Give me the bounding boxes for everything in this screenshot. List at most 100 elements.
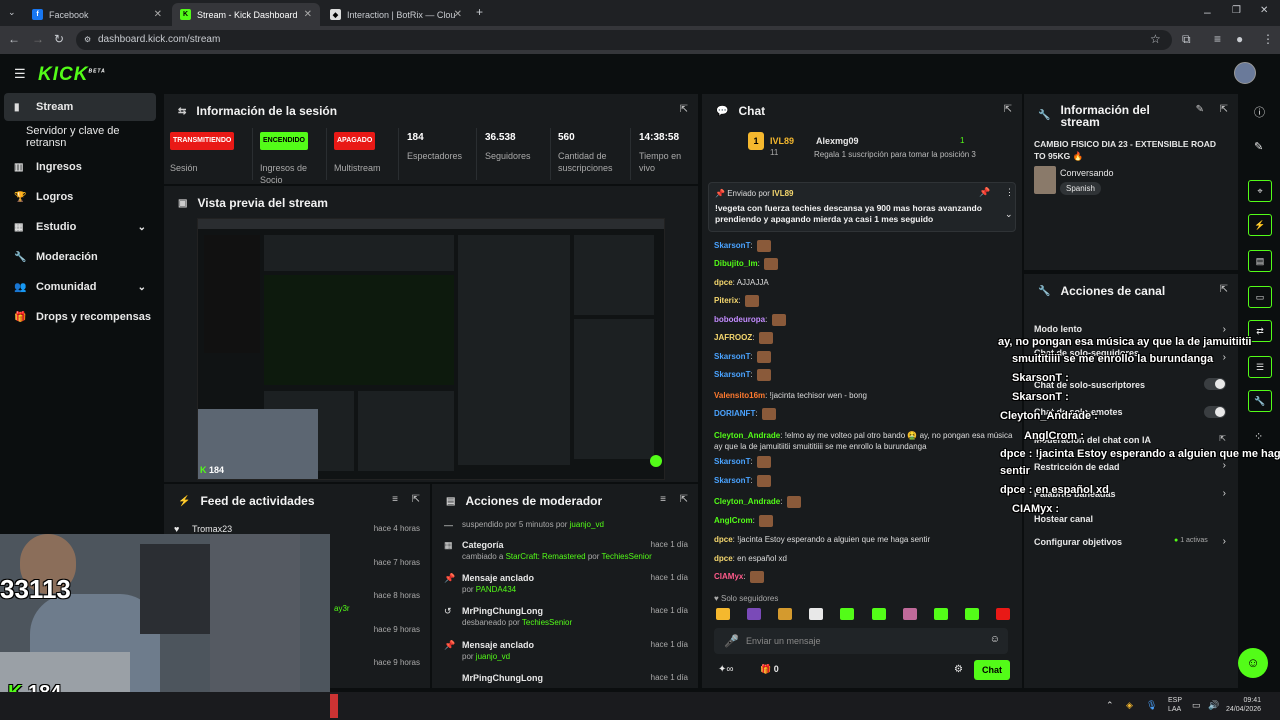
mic-icon[interactable]: 🎤 — [724, 634, 739, 648]
chat-message[interactable]: CIAMyx: — [714, 571, 1014, 583]
bookmark-icon[interactable]: ☆ — [1150, 32, 1161, 46]
media-icon[interactable]: ≡ — [1214, 32, 1221, 46]
sidebar-item-estudio[interactable]: ▦ Estudio ⌄ — [4, 213, 156, 241]
settings-icon[interactable]: ⚙ — [954, 664, 963, 675]
sidebar-item-stream[interactable]: ▮ Stream — [4, 93, 156, 121]
capture-icon[interactable]: ⌖ — [1248, 180, 1272, 202]
chat-message[interactable]: dpce: AJJAJJA — [714, 277, 1014, 288]
chat-message[interactable]: Cleyton_Andrade: — [714, 496, 1014, 508]
mic-icon[interactable]: 🎙 — [1146, 700, 1157, 711]
send-chat-button[interactable]: Chat — [974, 660, 1010, 680]
hamburger-icon[interactable]: ☰ — [14, 66, 26, 82]
chat-username[interactable]: DORIANFT — [714, 409, 755, 418]
minimize-icon[interactable]: – — [1204, 5, 1211, 19]
sidebar-item-comunidad[interactable]: 👥 Comunidad ⌄ — [4, 273, 156, 301]
chat-username[interactable]: SkarsonT — [714, 370, 750, 379]
chat-message[interactable]: SkarsonT: — [714, 475, 1014, 487]
chat-icon[interactable]: ▭ — [1248, 286, 1272, 308]
points-icon[interactable]: ✦∞ — [718, 664, 734, 675]
filter-icon[interactable]: ≡ — [660, 494, 666, 505]
clock[interactable]: 09:41 24/04/2026 — [1226, 696, 1261, 714]
list-item[interactable]: 📌 Mensaje anclado hace 1 día por juanjo_vd — [432, 640, 698, 672]
menu-icon[interactable]: ⋮ — [1262, 32, 1274, 46]
chat-username[interactable]: SkarsonT — [714, 241, 750, 250]
tray-chevron-icon[interactable]: ⌃ — [1106, 700, 1114, 711]
info-icon[interactable]: ⓘ — [1254, 104, 1265, 120]
list-icon[interactable]: ☰ — [1248, 356, 1272, 378]
chat-message[interactable]: DORIANFT: — [714, 408, 1014, 420]
close-icon[interactable]: ✕ — [454, 9, 462, 20]
list-item[interactable]: ↺ MrPingChungLong hace 1 día desbaneado por… — [432, 606, 698, 638]
pin-icon[interactable]: 📌 — [979, 187, 990, 198]
volume-icon[interactable]: 🔊 — [1208, 700, 1219, 711]
popout-icon[interactable]: ⇱ — [412, 494, 420, 505]
chevron-right-icon[interactable]: › — [1223, 488, 1226, 499]
stream-preview[interactable]: K 184 — [197, 218, 665, 480]
close-icon[interactable]: ✕ — [154, 9, 162, 20]
tray-app-icon[interactable]: ◈ — [1126, 700, 1133, 711]
emoji-icon[interactable]: ☺ — [990, 634, 1000, 645]
popout-icon[interactable]: ⇱ — [1004, 104, 1012, 115]
sidebar-item-server-key[interactable]: Servidor y clave de retransn — [4, 123, 156, 151]
chat-message[interactable]: AnglCrom: — [714, 515, 1014, 527]
maximize-icon[interactable]: ❐ — [1232, 5, 1241, 16]
list-item[interactable]: 📌 Mensaje anclado hace 1 día por PANDA434 — [432, 573, 698, 605]
popout-icon[interactable]: ⇱ — [680, 104, 688, 115]
tab-search-icon[interactable]: ⌄ — [8, 7, 16, 18]
chevron-down-icon[interactable]: ⌄ — [1005, 209, 1013, 220]
chat-username[interactable]: dpce — [714, 554, 733, 563]
users-icon[interactable]: ⇄ — [1248, 320, 1272, 342]
emote-icon[interactable] — [840, 608, 855, 620]
popout-icon[interactable]: ⇱ — [1220, 284, 1228, 295]
monitor-icon[interactable]: ▭ — [1192, 700, 1201, 711]
chat-message[interactable]: Valensito16m: !jacinta techisor wen - bo… — [714, 390, 1014, 401]
chat-username[interactable]: Cleyton_Andrade — [714, 431, 780, 440]
edit-icon[interactable]: ✎ — [1196, 104, 1204, 115]
sidebar-item-ingresos[interactable]: ▥ Ingresos — [4, 153, 156, 181]
chat-username[interactable]: Valensito16m — [714, 391, 765, 400]
list-item[interactable]: ▦ Categoría hace 1 día cambiado a StarCraft… — [432, 540, 698, 572]
tab-facebook[interactable]: f Facebook ✕ — [24, 3, 170, 26]
taskbar-app-icon[interactable] — [330, 694, 338, 718]
edit-icon[interactable]: ✎ — [1254, 140, 1263, 153]
chat-message[interactable]: bobodeuropa: — [714, 314, 1014, 326]
sidebar-item-logros[interactable]: 🏆 Logros — [4, 183, 156, 211]
chat-message[interactable]: SkarsonT: — [714, 369, 1014, 381]
close-icon[interactable]: ✕ — [304, 9, 312, 20]
chat-username[interactable]: Dibujito_lm — [714, 259, 758, 268]
chat-message[interactable]: SkarsonT: — [714, 240, 1014, 252]
chevron-right-icon[interactable]: › — [1223, 460, 1226, 471]
emotes-only-toggle[interactable] — [1204, 406, 1226, 418]
chat-username[interactable]: AnglCrom — [714, 516, 753, 525]
pinned-message[interactable]: 📌 Enviado por IVL89 !vegeta con fuerza t… — [708, 182, 1016, 232]
popout-icon[interactable]: ⇱ — [680, 494, 688, 505]
chevron-right-icon[interactable]: › — [1223, 536, 1226, 547]
reload-icon[interactable]: ↻ — [54, 32, 64, 46]
kick-logo[interactable]: KICKBETA — [38, 64, 106, 86]
chat-username[interactable]: dpce — [714, 535, 733, 544]
host-channel-label[interactable]: Hostear canal — [1034, 514, 1093, 524]
tab-botrix[interactable]: ◆ Interaction | BotRix — Clou ✕ — [322, 3, 470, 26]
language-indicator[interactable]: ESP LAA — [1168, 696, 1182, 714]
chat-username[interactable]: dpce — [714, 278, 733, 287]
chat-username[interactable]: SkarsonT — [714, 352, 750, 361]
more-icon[interactable]: ⋮ — [1005, 187, 1014, 198]
forward-icon[interactable]: → — [32, 32, 44, 46]
emote-icon[interactable] — [809, 608, 824, 620]
chat-username[interactable]: SkarsonT — [714, 476, 750, 485]
back-icon[interactable]: ← — [8, 32, 20, 46]
chat-username[interactable]: Piterix — [714, 296, 738, 305]
filter-icon[interactable]: ≡ — [392, 494, 398, 505]
chat-message[interactable]: JAFROOZ: — [714, 332, 1014, 344]
tab-kick[interactable]: K Stream - Kick Dashboard ✕ — [172, 3, 320, 26]
emote-icon[interactable] — [964, 608, 979, 620]
emote-icon[interactable] — [995, 608, 1010, 620]
chat-message[interactable]: Dibujito_lm: — [714, 258, 1014, 270]
emote-icon[interactable] — [716, 608, 730, 620]
site-info-icon[interactable]: ⚙ — [84, 35, 91, 44]
popout-icon[interactable]: ⇱ — [1220, 104, 1228, 115]
note-icon[interactable]: ▤ — [1248, 250, 1272, 272]
chat-username[interactable]: bobodeuropa — [714, 315, 765, 324]
close-window-icon[interactable]: ✕ — [1260, 5, 1268, 16]
chevron-right-icon[interactable]: › — [1223, 352, 1226, 363]
